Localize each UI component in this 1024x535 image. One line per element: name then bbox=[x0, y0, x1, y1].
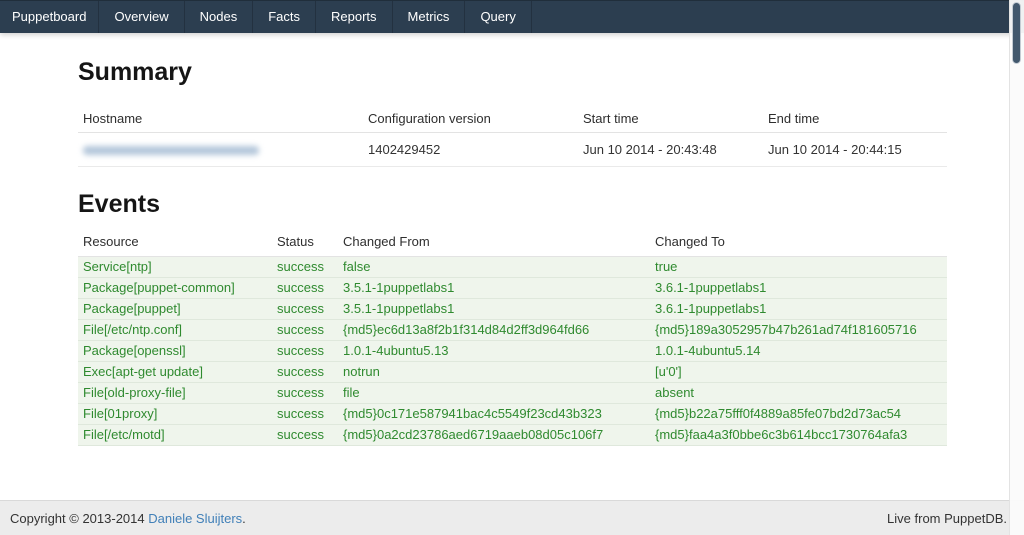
events-heading: Events bbox=[78, 189, 947, 219]
hostname-cell bbox=[78, 133, 363, 167]
status-cell: success bbox=[272, 404, 338, 425]
summary-heading: Summary bbox=[78, 33, 947, 87]
nav-item-metrics[interactable]: Metrics bbox=[393, 1, 466, 33]
changed-from-cell: file bbox=[338, 383, 650, 404]
event-row: Exec[apt-get update]successnotrun[u'0'] bbox=[78, 362, 947, 383]
changed-from-cell: {md5}0a2cd23786aed6719aaeb08d05c106f7 bbox=[338, 425, 650, 446]
event-row: Service[ntp]successfalsetrue bbox=[78, 257, 947, 278]
status-cell: success bbox=[272, 341, 338, 362]
summary-table: HostnameConfiguration versionStart timeE… bbox=[78, 105, 947, 167]
footer-status-text: Live from PuppetDB. bbox=[887, 511, 1007, 526]
copyright-text: Copyright © 2013-2014 bbox=[10, 511, 148, 526]
event-row: File[/etc/motd]success{md5}0a2cd23786aed… bbox=[78, 425, 947, 446]
configuration-version-cell: 1402429452 bbox=[363, 133, 578, 167]
changed-from-cell: 3.5.1-1puppetlabs1 bbox=[338, 299, 650, 320]
changed-from-cell: {md5}ec6d13a8f2b1f314d84d2ff3d964fd66 bbox=[338, 320, 650, 341]
status-cell: success bbox=[272, 362, 338, 383]
changed-from-cell: 1.0.1-4ubuntu5.13 bbox=[338, 341, 650, 362]
status-cell: success bbox=[272, 278, 338, 299]
changed-from-cell: {md5}0c171e587941bac4c5549f23cd43b323 bbox=[338, 404, 650, 425]
resource-cell: File[old-proxy-file] bbox=[78, 383, 272, 404]
resource-cell: Package[puppet-common] bbox=[78, 278, 272, 299]
changed-to-cell: 3.6.1-1puppetlabs1 bbox=[650, 299, 947, 320]
scrollbar-track[interactable] bbox=[1009, 0, 1024, 535]
event-row: Package[openssl]success1.0.1-4ubuntu5.13… bbox=[78, 341, 947, 362]
resource-cell: Exec[apt-get update] bbox=[78, 362, 272, 383]
resource-cell: File[01proxy] bbox=[78, 404, 272, 425]
footer: Copyright © 2013-2014 Daniele Sluijters.… bbox=[0, 500, 1024, 535]
changed-to-cell: 1.0.1-4ubuntu5.14 bbox=[650, 341, 947, 362]
events-column-header: Status bbox=[272, 229, 338, 257]
resource-cell: File[/etc/motd] bbox=[78, 425, 272, 446]
author-link[interactable]: Daniele Sluijters bbox=[148, 511, 242, 526]
event-row: File[/etc/ntp.conf]success{md5}ec6d13a8f… bbox=[78, 320, 947, 341]
changed-to-cell: absent bbox=[650, 383, 947, 404]
events-column-header: Changed From bbox=[338, 229, 650, 257]
events-table: ResourceStatusChanged FromChanged To Ser… bbox=[78, 229, 947, 446]
main-content: Summary HostnameConfiguration versionSta… bbox=[78, 33, 947, 446]
end-time-cell: Jun 10 2014 - 20:44:15 bbox=[763, 133, 947, 167]
status-cell: success bbox=[272, 299, 338, 320]
nav-item-query[interactable]: Query bbox=[465, 1, 531, 33]
status-cell: success bbox=[272, 383, 338, 404]
summary-column-header: Configuration version bbox=[363, 105, 578, 133]
events-column-header: Changed To bbox=[650, 229, 947, 257]
changed-to-cell: {md5}b22a75fff0f4889a85fe07bd2d73ac54 bbox=[650, 404, 947, 425]
scrollbar-thumb[interactable] bbox=[1012, 2, 1021, 64]
event-row: Package[puppet-common]success3.5.1-1pupp… bbox=[78, 278, 947, 299]
status-cell: success bbox=[272, 320, 338, 341]
event-row: File[old-proxy-file]successfileabsent bbox=[78, 383, 947, 404]
changed-to-cell: 3.6.1-1puppetlabs1 bbox=[650, 278, 947, 299]
nav-brand-puppetboard[interactable]: Puppetboard bbox=[0, 1, 99, 33]
changed-from-cell: notrun bbox=[338, 362, 650, 383]
changed-to-cell: [u'0'] bbox=[650, 362, 947, 383]
resource-cell: Service[ntp] bbox=[78, 257, 272, 278]
summary-column-header: End time bbox=[763, 105, 947, 133]
copyright-period: . bbox=[242, 511, 246, 526]
navbar: Puppetboard OverviewNodesFactsReportsMet… bbox=[0, 0, 1024, 33]
events-table-body: Service[ntp]successfalsetruePackage[pupp… bbox=[78, 257, 947, 446]
status-cell: success bbox=[272, 425, 338, 446]
nav-item-reports[interactable]: Reports bbox=[316, 1, 393, 33]
resource-cell: Package[puppet] bbox=[78, 299, 272, 320]
footer-copyright: Copyright © 2013-2014 Daniele Sluijters. bbox=[10, 511, 246, 526]
nav-item-overview[interactable]: Overview bbox=[99, 1, 184, 33]
changed-from-cell: 3.5.1-1puppetlabs1 bbox=[338, 278, 650, 299]
event-row: Package[puppet]success3.5.1-1puppetlabs1… bbox=[78, 299, 947, 320]
changed-to-cell: {md5}faa4a3f0bbe6c3b614bcc1730764afa3 bbox=[650, 425, 947, 446]
resource-cell: Package[openssl] bbox=[78, 341, 272, 362]
nav-item-nodes[interactable]: Nodes bbox=[185, 1, 254, 33]
events-header-row: ResourceStatusChanged FromChanged To bbox=[78, 229, 947, 257]
hostname-link-redacted[interactable] bbox=[83, 146, 259, 155]
changed-from-cell: false bbox=[338, 257, 650, 278]
summary-column-header: Hostname bbox=[78, 105, 363, 133]
summary-header-row: HostnameConfiguration versionStart timeE… bbox=[78, 105, 947, 133]
changed-to-cell: true bbox=[650, 257, 947, 278]
summary-column-header: Start time bbox=[578, 105, 763, 133]
resource-cell: File[/etc/ntp.conf] bbox=[78, 320, 272, 341]
status-cell: success bbox=[272, 257, 338, 278]
events-column-header: Resource bbox=[78, 229, 272, 257]
summary-data-row: 1402429452 Jun 10 2014 - 20:43:48 Jun 10… bbox=[78, 133, 947, 167]
event-row: File[01proxy]success{md5}0c171e587941bac… bbox=[78, 404, 947, 425]
changed-to-cell: {md5}189a3052957b47b261ad74f181605716 bbox=[650, 320, 947, 341]
nav-item-facts[interactable]: Facts bbox=[253, 1, 316, 33]
start-time-cell: Jun 10 2014 - 20:43:48 bbox=[578, 133, 763, 167]
